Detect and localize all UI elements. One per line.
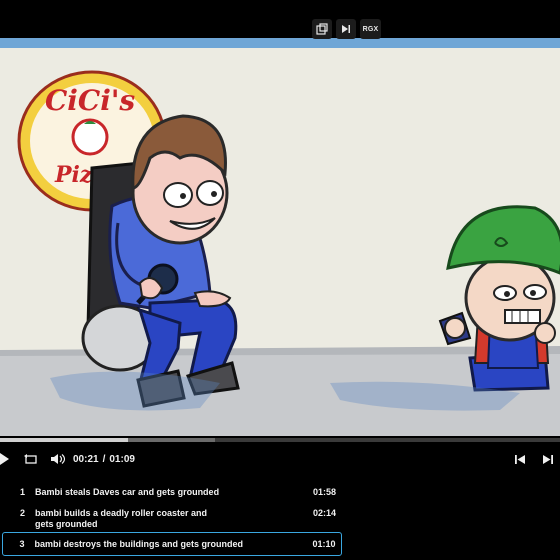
seek-bar[interactable] — [0, 438, 560, 442]
playlist-item-1[interactable]: 1 Bambi steals Daves car and gets ground… — [2, 484, 342, 500]
current-time: 00:21 — [73, 453, 99, 465]
playlist-item-number: 1 — [20, 487, 26, 497]
sign-text-pizza: Piz — [54, 162, 93, 188]
rgx-button[interactable]: RGX — [360, 19, 381, 39]
play-icon[interactable] — [0, 448, 10, 470]
replay-icon[interactable] — [24, 448, 38, 470]
playlist-item-2[interactable]: 2 bambi builds a deadly roller coaster a… — [2, 504, 342, 532]
sign-text-cicis: CiCi's — [45, 84, 135, 117]
playlist-item-number: 3 — [19, 538, 25, 549]
playlist-item-3[interactable]: 3 bambi destroys the buildings and gets … — [2, 532, 342, 556]
time-display: 00:21 / 01:09 — [73, 448, 135, 470]
skip-next-icon[interactable] — [336, 19, 356, 39]
seek-played — [0, 438, 129, 442]
next-icon[interactable] — [543, 448, 554, 470]
previous-icon[interactable] — [515, 448, 526, 470]
playlist-item-duration: 01:10 — [312, 538, 336, 549]
video-frame[interactable]: CiCi's Piz — [0, 38, 560, 436]
playlist-item-number: 2 — [20, 508, 26, 518]
playlist-item-duration: 02:14 — [313, 508, 337, 518]
playlist-item-duration: 01:58 — [313, 487, 337, 497]
total-duration: 01:09 — [109, 453, 135, 465]
volume-icon[interactable] — [51, 448, 65, 470]
picture-in-picture-icon[interactable] — [312, 19, 332, 39]
video-top-controls: RGX — [312, 19, 381, 39]
time-separator: / — [102, 453, 106, 465]
playlist-item-title: bambi destroys the buildings and gets gr… — [34, 538, 244, 549]
playlist-item-title: bambi builds a deadly roller coaster and… — [35, 508, 208, 529]
player-controls: 00:21 / 01:09 — [0, 448, 560, 470]
playlist-item-title: Bambi steals Daves car and gets grounded — [35, 487, 220, 497]
